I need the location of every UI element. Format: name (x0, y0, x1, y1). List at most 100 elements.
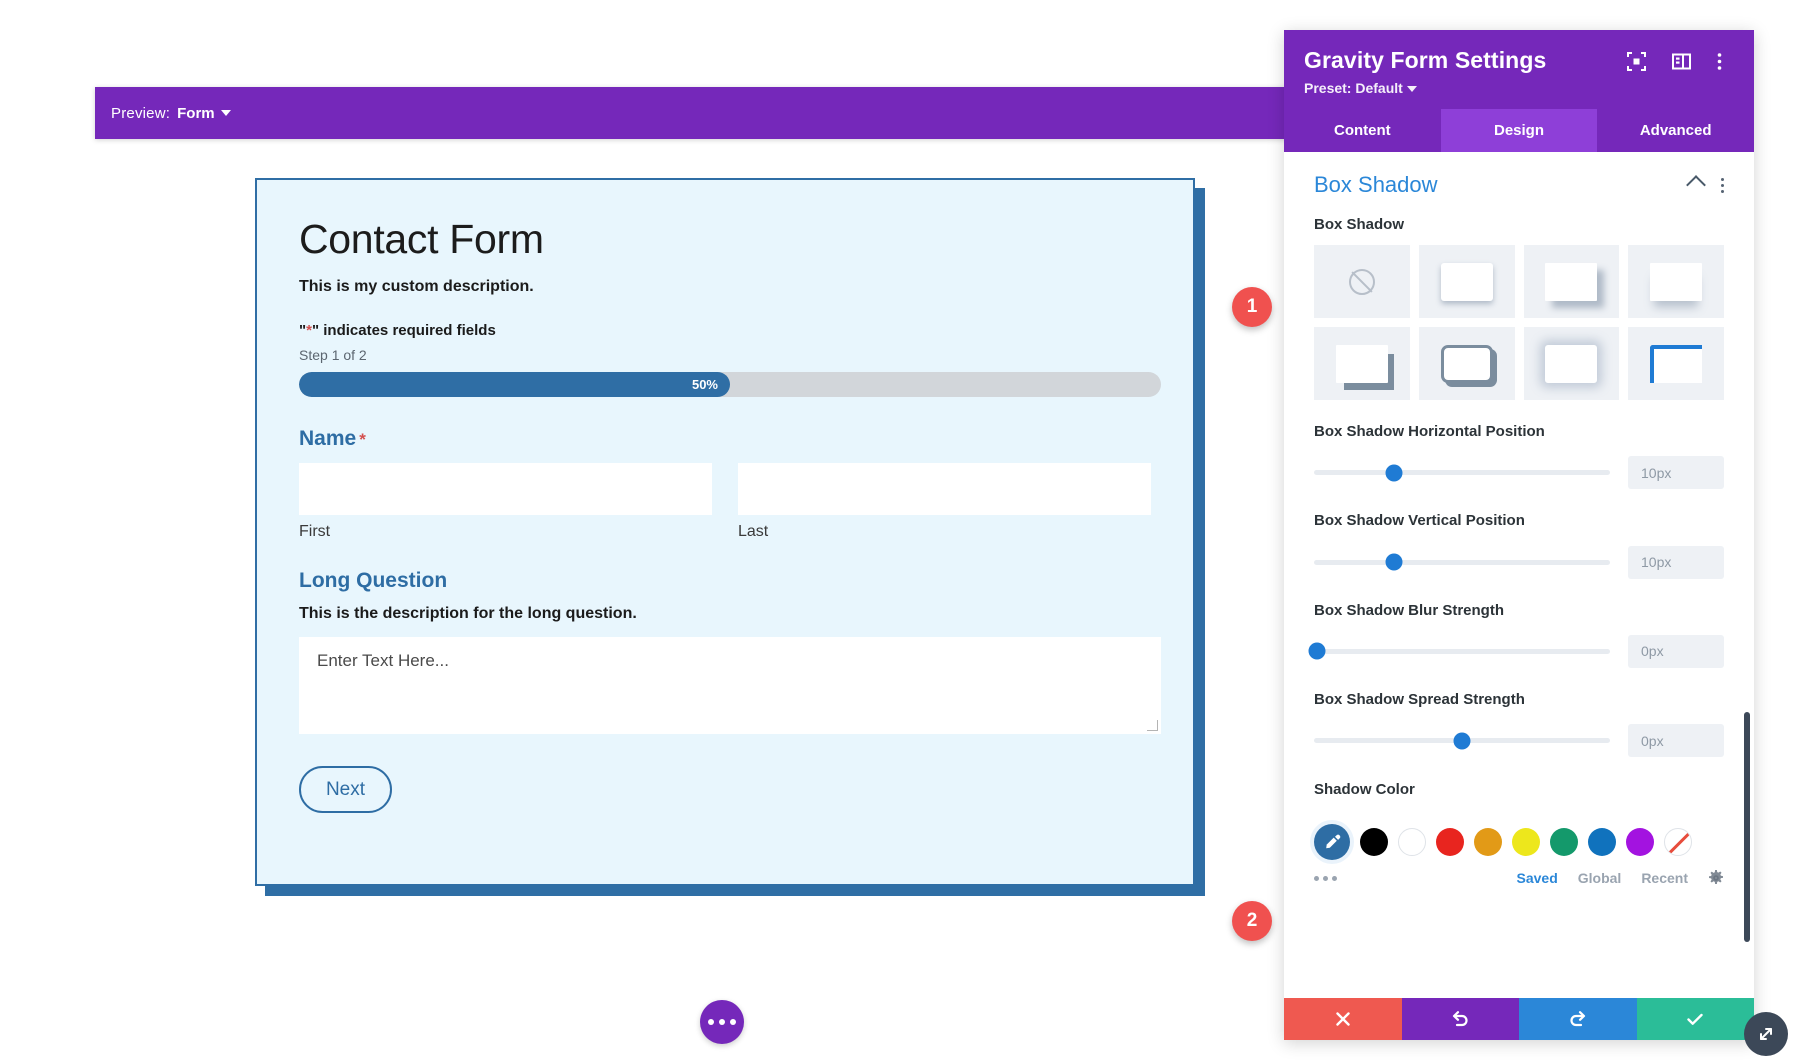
next-button[interactable]: Next (299, 766, 392, 813)
swatch-red[interactable] (1436, 828, 1464, 856)
shadow-color-swatches (1284, 810, 1754, 860)
swatch-green[interactable] (1550, 828, 1578, 856)
box-shadow-preset-none[interactable] (1314, 245, 1410, 318)
required-note-suffix: " indicates required fields (312, 322, 496, 339)
slider-blur-strength: Box Shadow Blur Strength 0px (1284, 579, 1754, 668)
swatch-purple[interactable] (1626, 828, 1654, 856)
panel-resize-handle[interactable] (1744, 1012, 1788, 1056)
progress-bar: 50% (299, 372, 1161, 397)
preview-bar: Preview: Form (95, 87, 1291, 139)
box-shadow-preset-soft-bottom[interactable] (1419, 245, 1515, 318)
focus-target-icon[interactable] (1627, 52, 1646, 71)
slider-knob[interactable] (1454, 732, 1471, 749)
slider-value-input[interactable]: 0px (1628, 635, 1724, 668)
slider-value-input[interactable]: 10px (1628, 546, 1724, 579)
name-last-column: Last (738, 463, 1151, 541)
box-shadow-preset-drop-bottom[interactable] (1628, 245, 1724, 318)
box-shadow-group-label: Box Shadow (1314, 216, 1724, 233)
panel-scrollbar-thumb[interactable] (1744, 712, 1750, 942)
chevron-down-icon[interactable] (221, 110, 231, 116)
shadow-swatch (1650, 263, 1702, 301)
slider-track[interactable] (1314, 738, 1610, 743)
settings-panel: Gravity Form Settings Preset: Default (1284, 30, 1754, 1040)
redo-icon (1568, 1009, 1588, 1029)
tab-design[interactable]: Design (1441, 109, 1598, 152)
box-shadow-preset-offset-diagonal-blur[interactable] (1524, 245, 1620, 318)
required-fields-note: "*" indicates required fields (299, 322, 1151, 339)
slider-row: 10px (1314, 456, 1724, 489)
swatch-transparent[interactable] (1664, 828, 1692, 856)
slider-label: Box Shadow Spread Strength (1314, 690, 1724, 710)
more-horizontal-icon[interactable] (1314, 876, 1497, 881)
kebab-menu-icon[interactable] (1717, 52, 1736, 71)
long-question-block: Long Question This is the description fo… (299, 569, 1151, 734)
name-required-asterisk: * (359, 430, 366, 449)
swatch-black[interactable] (1360, 828, 1388, 856)
gravity-form-preview: Contact Form This is my custom descripti… (255, 178, 1195, 886)
slider-knob[interactable] (1308, 643, 1325, 660)
slider-knob[interactable] (1385, 554, 1402, 571)
cancel-button[interactable] (1284, 998, 1402, 1040)
more-options-fab[interactable] (700, 1000, 744, 1044)
box-shadow-preset-hard-offset[interactable] (1314, 327, 1410, 400)
slider-track[interactable] (1314, 470, 1610, 475)
redo-button[interactable] (1519, 998, 1637, 1040)
resize-diagonal-icon (1755, 1023, 1777, 1045)
name-field-label: Name* (299, 427, 1151, 451)
shadow-color-group: Shadow Color (1284, 757, 1754, 798)
swatch-blue[interactable] (1588, 828, 1616, 856)
shadow-swatch (1545, 345, 1597, 383)
name-field-row: First Last (299, 463, 1151, 541)
long-question-textarea[interactable]: Enter Text Here... (299, 637, 1161, 734)
swatch-orange[interactable] (1474, 828, 1502, 856)
slider-value-input[interactable]: 0px (1628, 724, 1724, 757)
box-shadow-preset-corner-border[interactable] (1628, 327, 1724, 400)
first-name-sublabel: First (299, 523, 712, 541)
slider-knob[interactable] (1385, 464, 1402, 481)
first-name-input[interactable] (299, 463, 712, 515)
textarea-resize-grip[interactable] (1147, 720, 1158, 731)
color-tab-saved[interactable]: Saved (1517, 870, 1558, 886)
gear-icon[interactable] (1708, 870, 1724, 886)
kebab-menu-icon[interactable] (1721, 178, 1724, 193)
last-name-input[interactable] (738, 463, 1151, 515)
slider-label: Box Shadow Blur Strength (1314, 601, 1724, 621)
callout-badge-1: 1 (1232, 287, 1272, 327)
slider-track[interactable] (1314, 649, 1610, 654)
section-title: Box Shadow (1314, 172, 1689, 198)
preview-mode-value[interactable]: Form (177, 105, 215, 122)
panel-preset-label: Preset: Default (1304, 80, 1403, 96)
panel-preset[interactable]: Preset: Default (1304, 80, 1734, 96)
slider-track[interactable] (1314, 560, 1610, 565)
slider-row: 0px (1314, 635, 1724, 668)
panel-tabs: Content Design Advanced (1284, 109, 1754, 152)
shadow-swatch (1441, 263, 1493, 301)
tab-advanced[interactable]: Advanced (1597, 109, 1754, 152)
preview-label: Preview: (111, 105, 170, 122)
box-shadow-preset-outline-offset[interactable] (1419, 327, 1515, 400)
slider-spread-strength: Box Shadow Spread Strength 0px (1284, 668, 1754, 757)
callout-badge-2: 2 (1232, 901, 1272, 941)
layout-panel-icon[interactable] (1672, 52, 1691, 71)
slider-value-input[interactable]: 10px (1628, 456, 1724, 489)
form-description: This is my custom description. (299, 278, 1151, 296)
color-tab-recent[interactable]: Recent (1641, 870, 1688, 886)
shadow-swatch (1336, 345, 1388, 383)
shadow-swatch (1650, 345, 1702, 383)
eyedropper-icon[interactable] (1314, 824, 1350, 860)
chevron-down-icon[interactable] (1407, 86, 1417, 92)
chevron-up-icon[interactable] (1686, 175, 1706, 195)
slider-label: Box Shadow Vertical Position (1314, 511, 1724, 531)
tab-content[interactable]: Content (1284, 109, 1441, 152)
save-button[interactable] (1637, 998, 1755, 1040)
swatch-yellow[interactable] (1512, 828, 1540, 856)
slider-row: 0px (1314, 724, 1724, 757)
swatch-white[interactable] (1398, 828, 1426, 856)
no-shadow-icon (1349, 269, 1375, 295)
undo-button[interactable] (1402, 998, 1520, 1040)
box-shadow-preset-glow[interactable] (1524, 327, 1620, 400)
shadow-swatch (1441, 345, 1493, 383)
last-name-sublabel: Last (738, 523, 1151, 541)
box-shadow-section-header: Box Shadow (1284, 152, 1754, 204)
color-tab-global[interactable]: Global (1578, 870, 1622, 886)
